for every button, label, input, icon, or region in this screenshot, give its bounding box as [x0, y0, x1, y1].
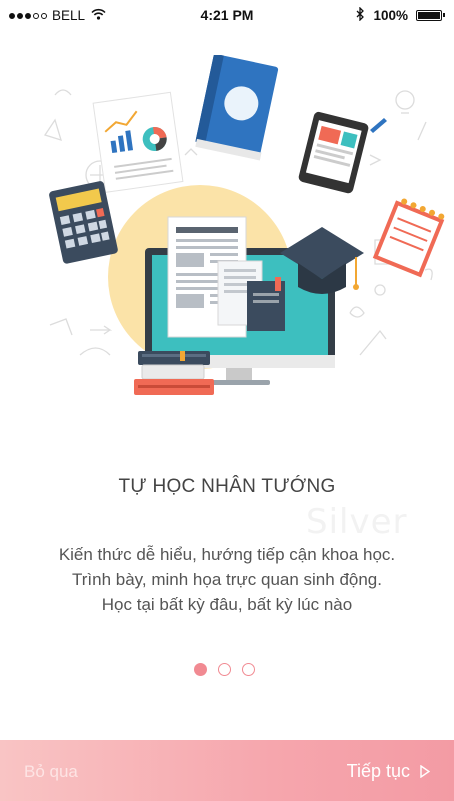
watermark-text: Silver — [306, 502, 408, 542]
onboarding-description: Kiến thức dễ hiểu, hướng tiếp cận khoa h… — [0, 542, 454, 617]
status-bar: BELL 4:21 PM 100% — [0, 0, 454, 32]
play-arrow-icon — [420, 765, 430, 778]
education-illustration — [43, 55, 445, 395]
bottom-action-bar: Bỏ qua Tiếp tục — [0, 740, 454, 801]
battery-percent: 100% — [373, 8, 408, 23]
description-line: Trình bày, minh họa trực quan sinh động. — [71, 570, 382, 589]
next-button-label: Tiếp tục — [346, 761, 410, 781]
description-line: Học tại bất kỳ đâu, bất kỳ lúc nào — [101, 595, 353, 614]
tablet-icon — [298, 111, 369, 194]
book-stack-icon — [134, 351, 214, 395]
onboarding-title: TỰ HỌC NHÂN TƯỚNG — [118, 476, 336, 497]
page-dot-1[interactable] — [194, 663, 207, 676]
skip-button[interactable]: Bỏ qua — [24, 762, 78, 782]
page-indicator — [194, 663, 255, 676]
status-bar-right: 100% — [356, 6, 445, 24]
page-dot-2[interactable] — [218, 663, 231, 676]
next-button[interactable]: Tiếp tục — [347, 761, 430, 782]
bluetooth-icon — [356, 6, 365, 24]
blue-book-icon — [195, 55, 279, 161]
small-book-icon — [247, 277, 285, 331]
calculator-icon — [49, 181, 118, 264]
page-dot-3[interactable] — [242, 663, 255, 676]
description-line: Kiến thức dễ hiểu, hướng tiếp cận khoa h… — [58, 545, 396, 564]
chart-paper-icon — [92, 91, 184, 193]
notepad-icon — [372, 198, 445, 278]
pen-icon — [370, 118, 387, 133]
battery-icon — [416, 10, 445, 21]
